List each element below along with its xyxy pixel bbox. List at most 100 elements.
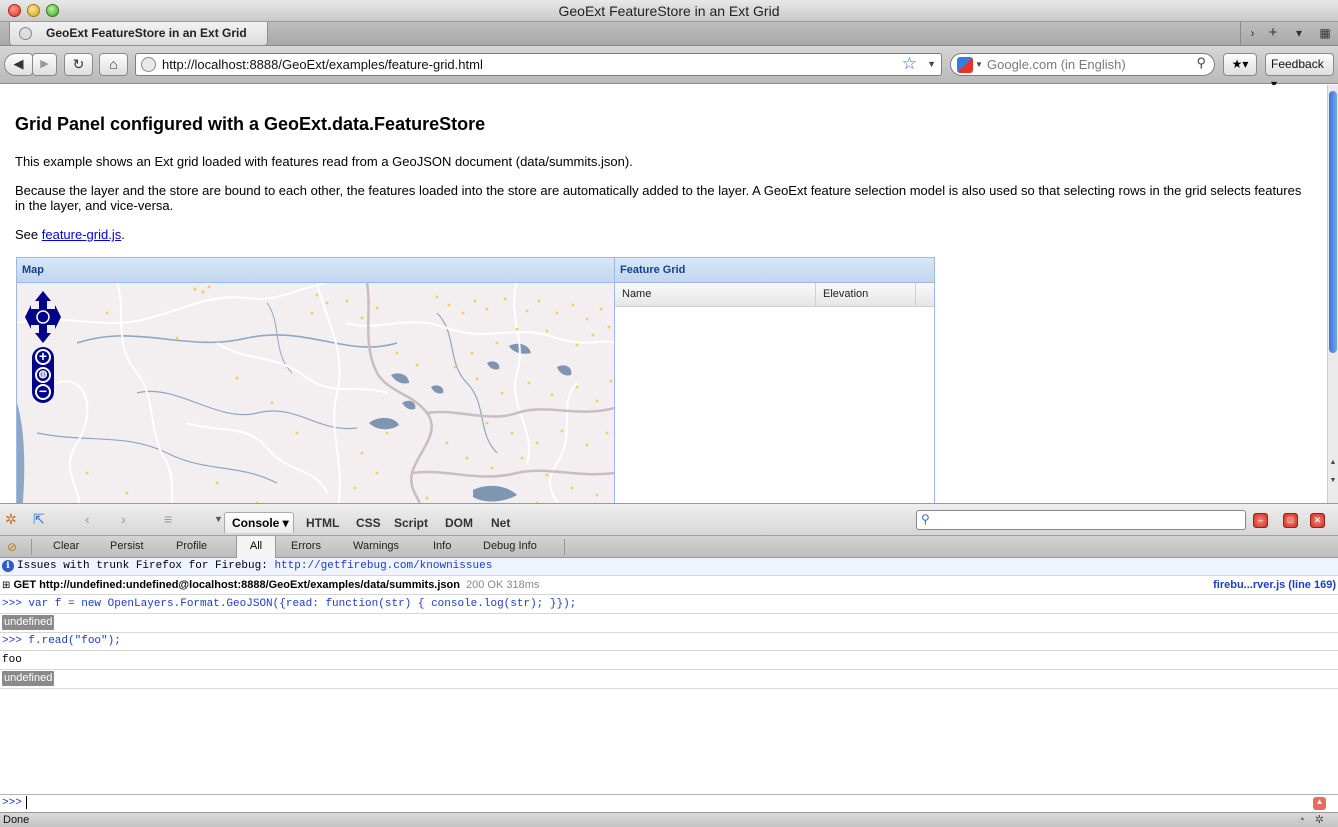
page-title: Grid Panel configured with a GeoExt.data… [15, 114, 486, 134]
history-dropdown-icon[interactable]: ▼ [927, 54, 936, 75]
chevron-down-icon[interactable]: ▼ [975, 54, 983, 75]
back-button[interactable]: ◀ [4, 53, 33, 76]
status-bar: Done ◔✲ [0, 812, 1338, 827]
request-url[interactable]: GET http://undefined:undefined@localhost… [13, 579, 460, 591]
tab-script[interactable]: Script [394, 516, 428, 530]
yslow-icon[interactable]: ◔ [1298, 814, 1315, 826]
map-tiles [17, 283, 615, 503]
close-firebug-icon[interactable]: ✕ [1310, 513, 1325, 528]
forward-icon[interactable]: › [121, 511, 126, 527]
info-icon: i [2, 560, 14, 572]
tab-strip: GeoExt FeatureStore in an Ext Grid › + ▾… [0, 22, 1338, 46]
scroll-up-arrow-icon[interactable]: ▲ [1328, 459, 1338, 466]
source-link[interactable]: firebu...rver.js (line 169) [1213, 577, 1336, 594]
firebug-menu-icon[interactable]: ✲ [5, 511, 17, 528]
zoom-world-icon[interactable]: ◍ [35, 367, 51, 383]
filter-errors[interactable]: Errors [291, 540, 321, 552]
page-content: Grid Panel configured with a GeoExt.data… [0, 85, 1327, 503]
console-result-row: undefined [0, 615, 1338, 633]
text-caret [25, 795, 27, 809]
console-command-row[interactable]: >>> var f = new OpenLayers.Format.GeoJSO… [0, 596, 1338, 614]
console-info-row: i Issues with trunk Firefox for Firebug: … [0, 558, 1338, 576]
window-title: GeoExt FeatureStore in an Ext Grid [558, 3, 780, 19]
expand-command-editor-icon[interactable]: ▲ [1313, 797, 1326, 810]
feature-grid-panel: Feature Grid Name Elevation [614, 257, 935, 503]
site-identity-icon[interactable] [141, 57, 156, 72]
tab-css[interactable]: CSS [356, 516, 381, 530]
new-tab-icon[interactable]: + [1261, 22, 1285, 46]
network-request-row[interactable]: ⊞ GET http://undefined:undefined@localho… [0, 577, 1338, 595]
divider [31, 539, 32, 555]
list-icon[interactable]: ≡ [164, 511, 172, 527]
bookmark-star-icon[interactable]: ☆ [902, 54, 917, 74]
see-prefix: See [15, 227, 42, 242]
minimize-firebug-icon[interactable]: – [1253, 513, 1268, 528]
column-header-elevation[interactable]: Elevation [816, 283, 916, 307]
home-button[interactable]: ⌂ [99, 53, 128, 76]
detach-firebug-icon[interactable]: □ [1283, 513, 1298, 528]
page-scrollbar[interactable]: ▲ ▼ [1327, 85, 1338, 503]
bookmarks-menu-button[interactable]: ★▾ [1223, 53, 1257, 76]
search-input[interactable] [987, 55, 1187, 74]
scrollbar-thumb[interactable] [1329, 91, 1337, 353]
tab-html[interactable]: HTML [306, 516, 339, 530]
scroll-down-arrow-icon[interactable]: ▼ [1328, 477, 1338, 484]
list-all-tabs-icon[interactable]: ▾ [1287, 22, 1311, 46]
pan-arrows-icon[interactable] [25, 291, 61, 343]
tab-console[interactable]: Console ▾ [224, 512, 294, 533]
filter-info[interactable]: Info [433, 540, 451, 552]
url-text[interactable]: http://localhost:8888/GeoExt/examples/fe… [162, 57, 483, 72]
feedback-button[interactable]: Feedback ▾ [1265, 53, 1334, 91]
firebug-status-icon[interactable]: ✲ [1315, 814, 1334, 826]
see-suffix: . [121, 227, 125, 242]
feature-grid-title: Feature Grid [615, 258, 934, 283]
url-bar[interactable]: http://localhost:8888/GeoExt/examples/fe… [135, 53, 942, 76]
filter-all[interactable]: All [236, 536, 276, 558]
column-header-name[interactable]: Name [615, 283, 816, 307]
back-icon[interactable]: ‹ [85, 511, 90, 527]
tab-net[interactable]: Net [491, 516, 510, 530]
browser-tab[interactable]: GeoExt FeatureStore in an Ext Grid [9, 22, 268, 46]
search-icon: ⚲ [921, 512, 930, 526]
forward-button[interactable]: ▶ [32, 53, 57, 76]
undefined-result[interactable]: undefined [2, 615, 55, 630]
info-text: Issues with trunk Firefox for Firebug: [17, 560, 275, 572]
console-command-line[interactable]: >>> ▲ [0, 794, 1338, 812]
pan-control [25, 291, 61, 343]
persist-button[interactable]: Persist [110, 540, 144, 552]
description-paragraph: Because the layer and the store are boun… [15, 183, 1302, 213]
search-bar: ▼ ⚲ [950, 53, 1215, 76]
break-on-error-icon[interactable]: ⊘ [7, 540, 17, 554]
divider [564, 539, 565, 555]
grid-header-row: Name Elevation [615, 283, 934, 307]
expand-icon[interactable]: ⊞ [2, 580, 10, 591]
feature-grid-link[interactable]: feature-grid.js [42, 227, 121, 242]
known-issues-link[interactable]: http://getfirebug.com/knownissues [274, 560, 492, 572]
chevron-down-icon[interactable]: ▼ [214, 514, 223, 524]
status-bar-icons: ◔✲ [1298, 813, 1334, 827]
request-status: 200 OK 318ms [465, 579, 540, 591]
undefined-result[interactable]: undefined [2, 671, 55, 686]
google-icon[interactable] [957, 57, 973, 73]
tab-dom[interactable]: DOM [445, 516, 473, 530]
filter-debug-info[interactable]: Debug Info [483, 540, 537, 552]
firebug-search-input[interactable]: ⚲ [916, 510, 1246, 530]
console-filter-bar: ⊘ Clear Persist Profile All Errors Warni… [0, 536, 1338, 558]
map-panel: Map + ◍ − [16, 257, 615, 503]
clear-button[interactable]: Clear [53, 540, 79, 552]
globe-icon [19, 27, 32, 40]
console-command-row[interactable]: >>> f.read("foo"); [0, 633, 1338, 651]
reload-button[interactable]: ↻ [64, 53, 93, 76]
navigation-toolbar: ◀ ▶ ↻ ⌂ http://localhost:8888/GeoExt/exa… [0, 46, 1338, 91]
tab-groups-icon[interactable]: ▦ [1313, 22, 1337, 46]
map-view[interactable]: + ◍ − [17, 283, 615, 503]
console-result-row: undefined [0, 671, 1338, 689]
zoom-out-icon[interactable]: − [35, 384, 51, 400]
search-icon[interactable]: ⚲ [1196, 55, 1206, 71]
profile-button[interactable]: Profile [176, 540, 207, 552]
status-text: Done [3, 814, 30, 826]
zoom-in-icon[interactable]: + [35, 349, 51, 365]
filter-warnings[interactable]: Warnings [353, 540, 399, 552]
inspect-element-icon[interactable]: ⇱ [33, 511, 45, 528]
map-panel-title: Map [17, 258, 615, 283]
